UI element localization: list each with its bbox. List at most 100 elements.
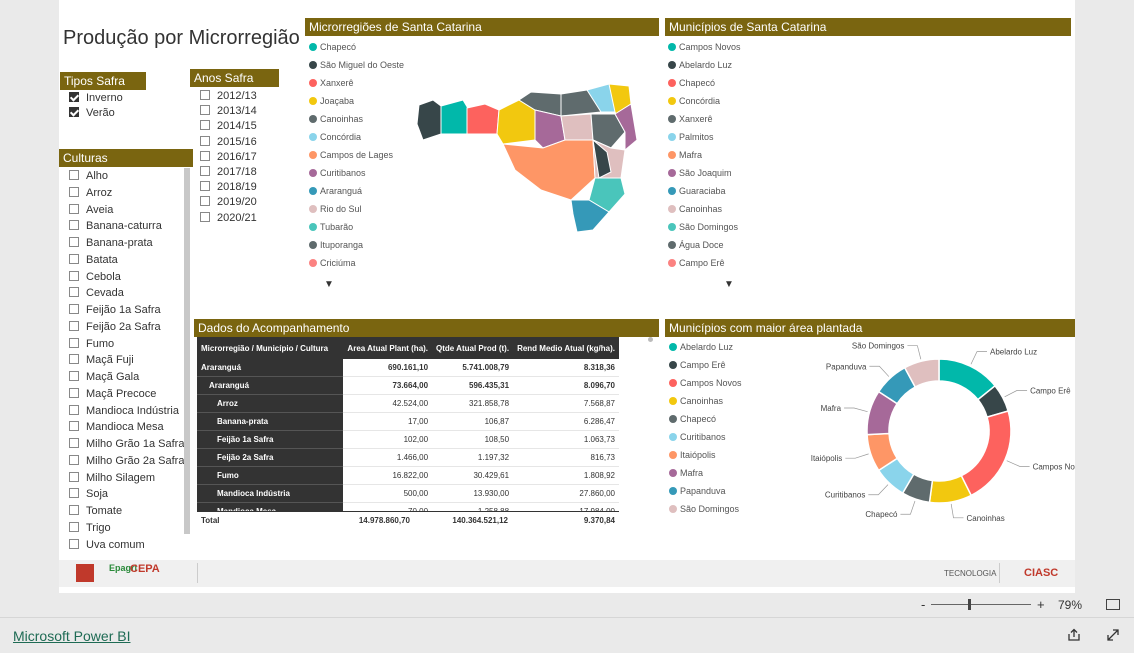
culturas-item[interactable]: Arroz — [69, 185, 112, 201]
checkbox-icon[interactable] — [69, 438, 79, 448]
anos-safra-item[interactable]: 2016/17 — [200, 149, 257, 165]
donut-slice[interactable] — [960, 410, 1012, 497]
microrregioes-legend-item[interactable]: Chapecó — [309, 41, 356, 53]
culturas-item[interactable]: Soja — [69, 486, 108, 502]
microrregioes-legend-item[interactable]: Rio do Sul — [309, 203, 362, 215]
row-label[interactable]: Feijão 1a Safra — [197, 430, 344, 449]
anos-safra-item[interactable]: 2012/13 — [200, 88, 257, 104]
microrregioes-legend-item[interactable]: Criciúma — [309, 257, 356, 269]
anos-safra-item[interactable]: 2015/16 — [200, 134, 257, 150]
anos-safra-item[interactable]: 2017/18 — [200, 164, 257, 180]
checkbox-icon[interactable] — [200, 211, 210, 222]
culturas-item[interactable]: Maçã Fuji — [69, 352, 134, 368]
donut-legend-item[interactable]: Itaiópolis — [669, 449, 716, 461]
checkbox-icon[interactable] — [69, 320, 79, 331]
checkbox-icon[interactable] — [69, 354, 79, 365]
microrregioes-legend-item[interactable]: Canoinhas — [309, 113, 363, 125]
microrregioes-legend-item[interactable]: São Miguel do Oeste — [309, 59, 404, 71]
row-label[interactable]: Fumo — [197, 466, 344, 485]
anos-safra-item[interactable]: 2018/19 — [200, 179, 257, 195]
table-row[interactable]: Feijão 2a Safra 1.466,00 1.197,32 816,73 — [197, 448, 619, 467]
tipos-safra-item[interactable]: Verão — [69, 105, 115, 121]
checkbox-icon[interactable] — [69, 92, 79, 102]
culturas-item[interactable]: Mandioca Mesa — [69, 419, 164, 435]
table-row[interactable]: Fumo 16.822,00 30.429,61 1.808,92 — [197, 466, 619, 485]
donut-legend-item[interactable]: Chapecó — [669, 413, 716, 425]
table-row[interactable]: Araranguá 690.161,10 5.741.008,79 8.318,36 — [197, 359, 619, 377]
donut-legend-item[interactable]: São Domingos — [669, 503, 739, 515]
microrregioes-legend-item[interactable]: Xanxerê — [309, 77, 354, 89]
microrregioes-legend-item[interactable]: Ituporanga — [309, 239, 363, 251]
municipios-legend-item[interactable]: Campo Erê — [668, 257, 725, 269]
row-label[interactable]: Feijão 2a Safra — [197, 448, 344, 467]
culturas-item[interactable]: Tomate — [69, 503, 122, 519]
checkbox-icon[interactable] — [200, 150, 210, 161]
culturas-item[interactable]: Aveia — [69, 202, 113, 218]
row-label[interactable]: Banana-prata — [197, 412, 344, 431]
zoom-out-button[interactable]: - — [921, 597, 925, 612]
tipos-safra-item[interactable]: Inverno — [69, 90, 123, 106]
municipios-legend-item[interactable]: Guaraciaba — [668, 185, 726, 197]
col-header-qtde[interactable]: Qtde Atual Prod (t). — [432, 337, 514, 359]
culturas-item[interactable]: Batata — [69, 252, 118, 268]
microrregioes-legend-item[interactable]: Curitibanos — [309, 167, 366, 179]
culturas-item[interactable]: Trigo — [69, 520, 111, 536]
culturas-item[interactable]: Banana-prata — [69, 235, 153, 251]
culturas-item[interactable]: Feijão 1a Safra — [69, 302, 161, 318]
row-label[interactable]: Mandioca Indústria — [197, 484, 344, 503]
microrregioes-legend-item[interactable]: Joaçaba — [309, 95, 354, 107]
culturas-item[interactable]: Mandioca Indústria — [69, 403, 179, 419]
checkbox-icon[interactable] — [69, 186, 79, 197]
table-row[interactable]: Feijão 1a Safra 102,00 108,50 1.063,73 — [197, 430, 619, 449]
anos-safra-item[interactable]: 2014/15 — [200, 118, 257, 134]
checkbox-icon[interactable] — [200, 166, 210, 176]
row-label[interactable]: Araranguá — [197, 376, 344, 395]
municipios-legend-item[interactable]: Xanxerê — [668, 113, 713, 125]
municipios-legend-item[interactable]: Campos Novos — [668, 41, 741, 53]
acompanhamento-matrix[interactable]: Microrregião / Município / Cultura Area … — [197, 337, 619, 528]
culturas-item[interactable]: Cebola — [69, 269, 121, 285]
zoom-in-button[interactable]: + — [1037, 597, 1045, 612]
donut-legend-item[interactable]: Curitibanos — [669, 431, 726, 443]
microrregioes-legend-item[interactable]: Concórdia — [309, 131, 361, 143]
checkbox-icon[interactable] — [69, 488, 79, 499]
checkbox-icon[interactable] — [69, 421, 79, 432]
fullscreen-icon[interactable] — [1106, 628, 1120, 642]
zoom-slider-track[interactable] — [931, 604, 1031, 605]
checkbox-icon[interactable] — [200, 196, 210, 207]
checkbox-icon[interactable] — [69, 337, 79, 348]
donut-legend-item[interactable]: Campos Novos — [669, 377, 742, 389]
anos-safra-item[interactable]: 2019/20 — [200, 194, 257, 210]
municipios-legend-item[interactable]: Palmitos — [668, 131, 714, 143]
checkbox-icon[interactable] — [200, 90, 210, 100]
microrregioes-legend-item[interactable]: Araranguá — [309, 185, 362, 197]
row-label[interactable]: Arroz — [197, 394, 344, 413]
municipios-legend-item[interactable]: Água Doce — [668, 239, 724, 251]
table-row[interactable]: Mandioca Indústria 500,00 13.930,00 27.860,… — [197, 484, 619, 503]
municipios-legend-item[interactable]: Canoinhas — [668, 203, 722, 215]
municipios-legend-item[interactable]: Concórdia — [668, 95, 720, 107]
culturas-scroll-thumb[interactable] — [184, 168, 190, 534]
checkbox-icon[interactable] — [69, 253, 79, 264]
legend-scroll-down-icon-2[interactable]: ▼ — [724, 279, 734, 290]
culturas-item[interactable]: Cevada — [69, 285, 124, 301]
culturas-scrollbar[interactable] — [184, 168, 190, 534]
donut-legend-item[interactable]: Canoinhas — [669, 395, 723, 407]
checkbox-icon[interactable] — [69, 387, 79, 398]
fit-to-page-icon[interactable] — [1106, 599, 1120, 610]
col-header-rend[interactable]: Rend Medio Atual (kg/ha). — [513, 337, 619, 359]
checkbox-icon[interactable] — [69, 371, 79, 381]
municipios-legend-item[interactable]: São Domingos — [668, 221, 738, 233]
municipios-legend-item[interactable]: Abelardo Luz — [668, 59, 732, 71]
checkbox-icon[interactable] — [69, 505, 79, 515]
culturas-item[interactable]: Milho Grão 1a Safra — [69, 436, 184, 452]
municipios-legend-item[interactable]: São Joaquim — [668, 167, 732, 179]
checkbox-icon[interactable] — [69, 471, 79, 482]
checkbox-icon[interactable] — [69, 521, 79, 532]
table-row[interactable]: Araranguá 73.664,00 596.435,31 8.096,70 — [197, 376, 619, 395]
culturas-item[interactable]: Maçã Precoce — [69, 386, 156, 402]
culturas-item[interactable]: Banana-caturra — [69, 218, 162, 234]
legend-scroll-down-icon[interactable]: ▼ — [324, 279, 334, 290]
donut-legend-item[interactable]: Papanduva — [669, 485, 726, 497]
checkbox-icon[interactable] — [200, 105, 210, 116]
